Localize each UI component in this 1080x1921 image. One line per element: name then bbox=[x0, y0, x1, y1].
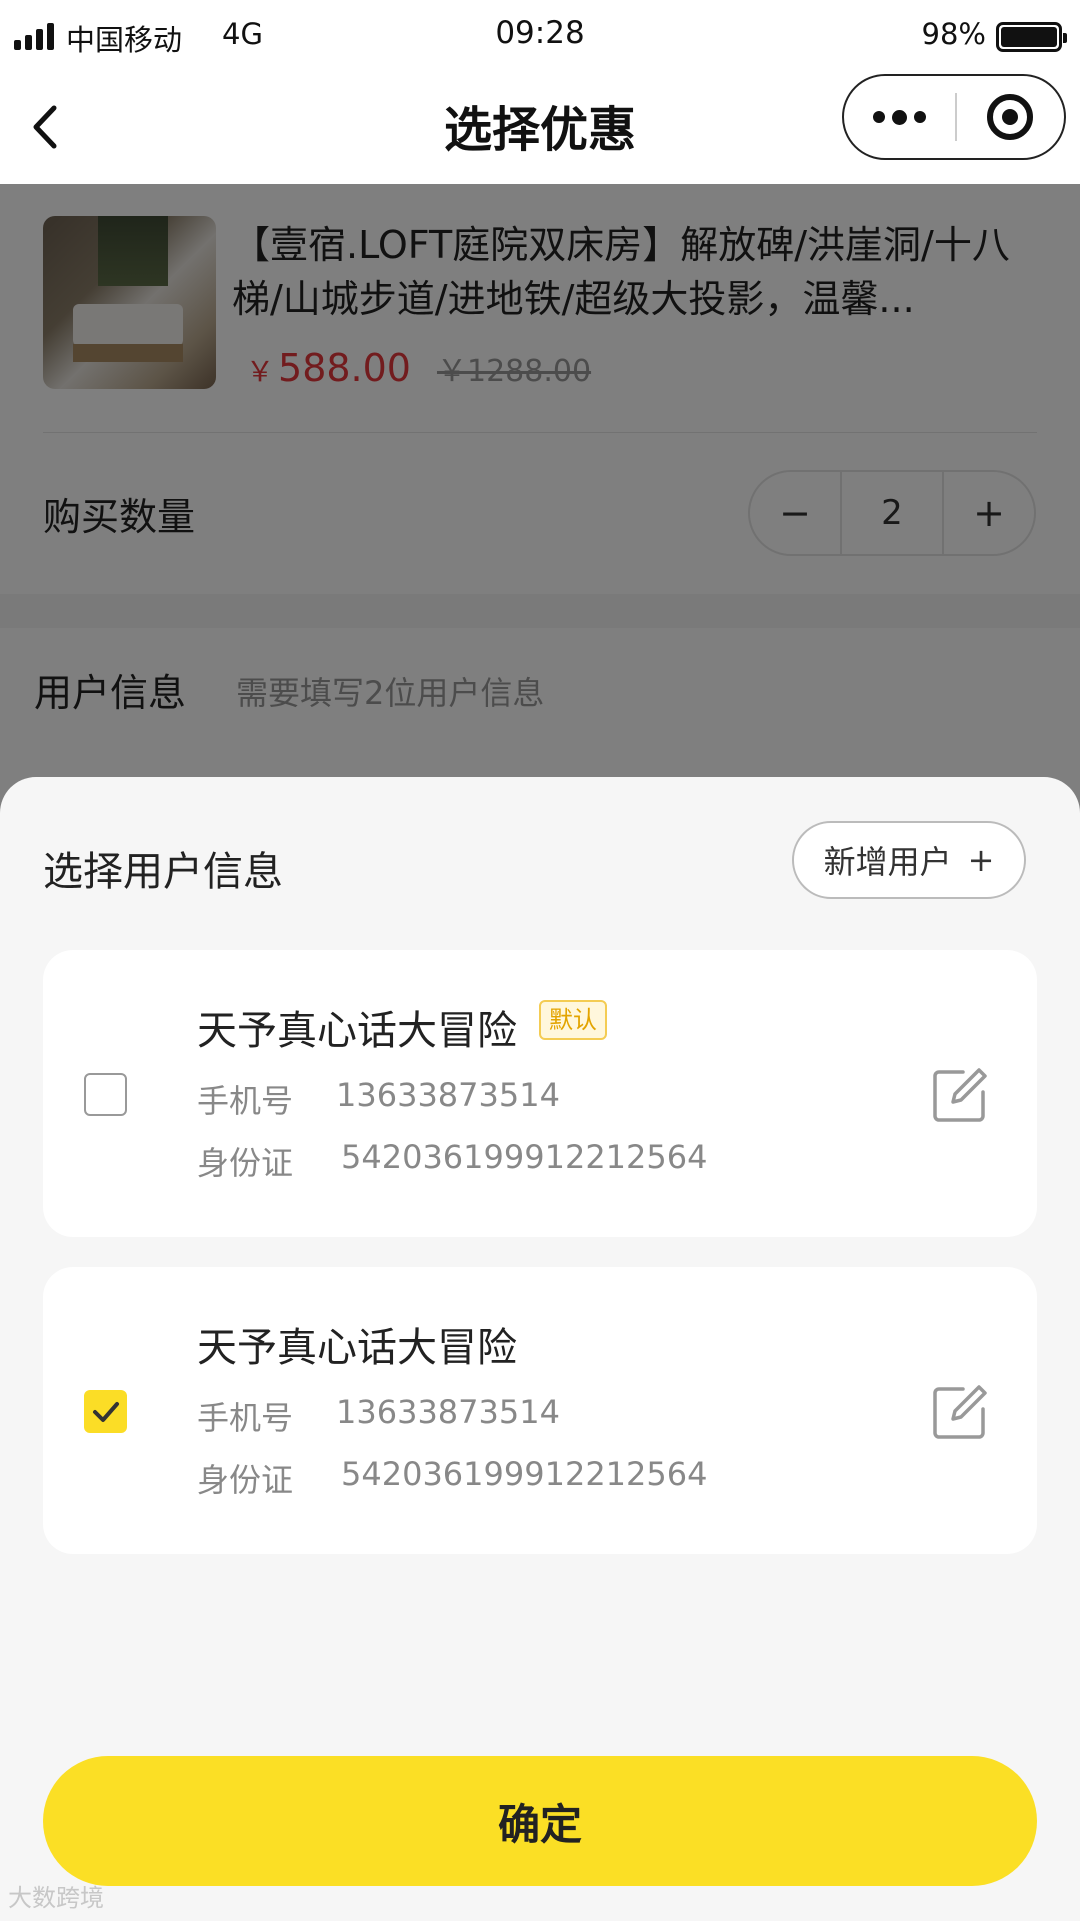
edit-button[interactable] bbox=[929, 1064, 991, 1126]
phone-value: 13633873514 bbox=[336, 1393, 560, 1431]
more-button[interactable] bbox=[844, 76, 955, 158]
user-card[interactable]: 天予真心话大冒险 默认 手机号 13633873514 身份证 54203619… bbox=[43, 950, 1037, 1237]
watermark: 大数跨境 bbox=[8, 1884, 104, 1912]
phone-label: 手机号 bbox=[197, 1399, 294, 1437]
edit-icon bbox=[933, 1385, 987, 1439]
status-time: 09:28 bbox=[495, 15, 585, 51]
user-checkbox[interactable] bbox=[84, 1073, 127, 1116]
confirm-button[interactable]: 确定 bbox=[43, 1756, 1037, 1886]
edit-icon bbox=[933, 1068, 987, 1122]
edit-button[interactable] bbox=[929, 1381, 991, 1443]
default-badge: 默认 bbox=[539, 1000, 607, 1040]
close-mini-program-button[interactable] bbox=[957, 76, 1064, 158]
user-name: 天予真心话大冒险 bbox=[197, 1008, 517, 1054]
mini-program-capsule bbox=[842, 74, 1066, 160]
select-user-sheet: 选择用户信息 新增用户 + 天予真心话大冒险 默认 手机号 1363387351… bbox=[0, 777, 1080, 1921]
id-value: 542036199912212564 bbox=[341, 1138, 708, 1176]
more-dots-icon bbox=[872, 111, 885, 123]
battery-percent: 98% bbox=[921, 17, 986, 51]
user-name: 天予真心话大冒险 bbox=[197, 1325, 517, 1371]
id-label: 身份证 bbox=[197, 1461, 294, 1499]
target-icon bbox=[987, 94, 1034, 140]
add-user-label: 新增用户 bbox=[823, 843, 952, 881]
battery-icon bbox=[996, 22, 1067, 52]
id-label: 身份证 bbox=[197, 1144, 294, 1182]
id-value: 542036199912212564 bbox=[341, 1455, 708, 1493]
status-bar: 中国移动 4G 09:28 98% bbox=[0, 0, 1080, 70]
phone-label: 手机号 bbox=[197, 1082, 294, 1120]
plus-icon: + bbox=[967, 841, 995, 879]
nav-bar: 选择优惠 bbox=[0, 70, 1080, 184]
add-user-button[interactable]: 新增用户 + bbox=[792, 821, 1026, 899]
user-card[interactable]: 天予真心话大冒险 手机号 13633873514 身份证 54203619991… bbox=[43, 1267, 1037, 1554]
phone-value: 13633873514 bbox=[336, 1076, 560, 1114]
user-checkbox-checked[interactable] bbox=[84, 1390, 127, 1433]
checkmark-icon bbox=[93, 1402, 119, 1422]
sheet-title: 选择用户信息 bbox=[43, 849, 283, 895]
